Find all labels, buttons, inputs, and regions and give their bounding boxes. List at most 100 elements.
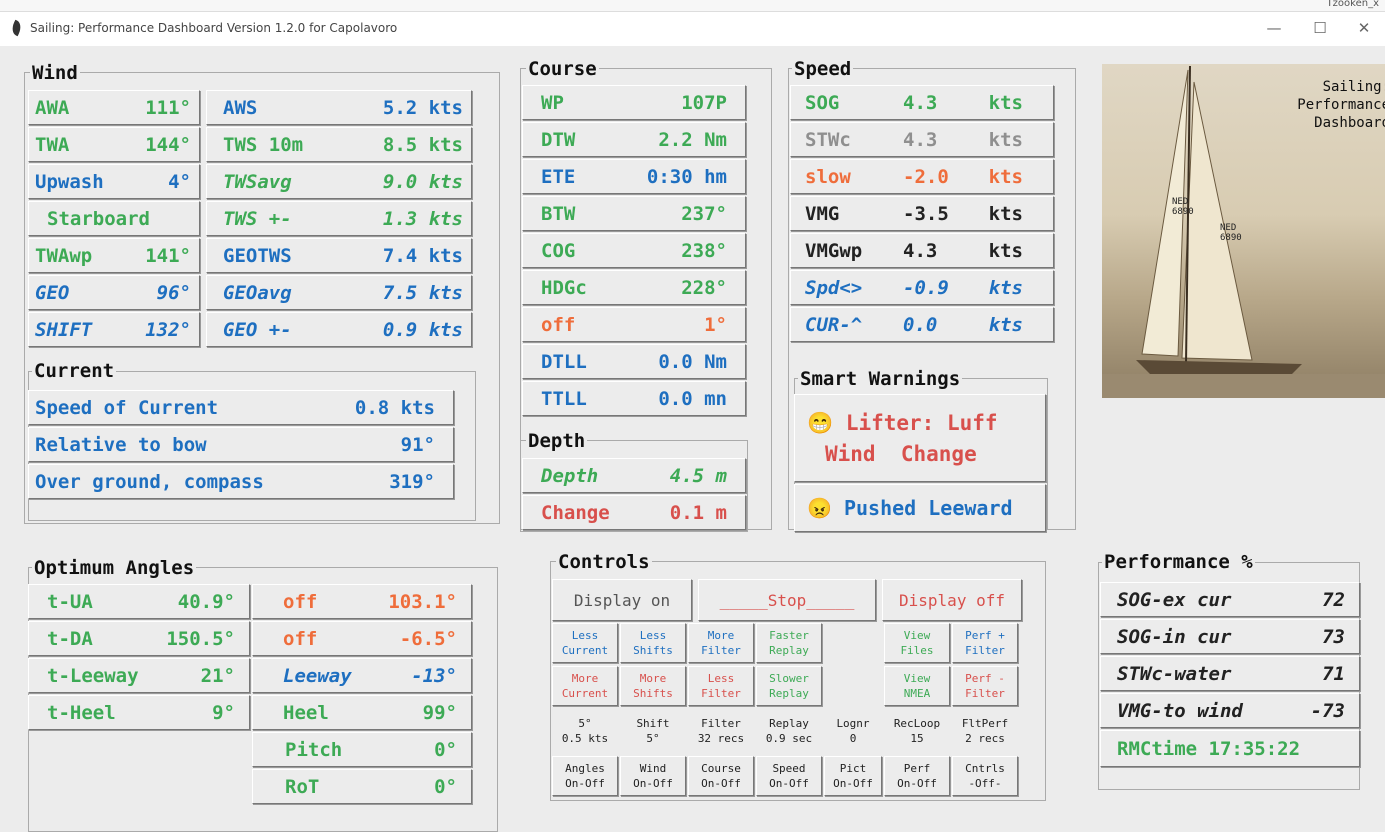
speed-unit-5: kts xyxy=(988,276,1023,299)
warning-lifter: 😁 Lifter: Luff Wind Change xyxy=(794,394,1046,482)
course-cell-8: TTLL 0.0 mn xyxy=(522,381,746,416)
display-on-button[interactable]: Display on xyxy=(552,579,692,621)
control-row1-button-1[interactable]: Less Shifts xyxy=(620,623,686,663)
performance-cell-3: VMG-to wind -73 xyxy=(1100,693,1360,728)
toggle-button-0[interactable]: Angles On-Off xyxy=(552,756,618,796)
wind-cell-r2: TWSavg 9.0 kts xyxy=(206,164,472,199)
speed-label-2: slow xyxy=(805,165,851,188)
wind-value-2: 4° xyxy=(168,170,191,193)
toggle-button-3[interactable]: Speed On-Off xyxy=(756,756,822,796)
control-row2-button-0[interactable]: More Current xyxy=(552,666,618,706)
course-label-7: DTLL xyxy=(541,350,587,373)
course-value-0: 107P xyxy=(681,91,727,114)
wind-cell-0: AWA 111° xyxy=(28,90,200,125)
course-label-5: HDGc xyxy=(541,276,587,299)
toggle-button-6[interactable]: Cntrls -Off- xyxy=(952,756,1018,796)
toggle-button-2[interactable]: Course On-Off xyxy=(688,756,754,796)
current-label-2: Over ground, compass xyxy=(35,470,264,493)
title-bar: Sailing: Performance Dashboard Version 1… xyxy=(0,12,1385,46)
wind-value-0: 111° xyxy=(145,96,191,119)
performance-cell-1: SOG-in cur 73 xyxy=(1100,619,1360,654)
control-row2-button-5[interactable]: Perf - Filter xyxy=(952,666,1018,706)
angry-face-icon: 😠 xyxy=(807,496,832,520)
performance-label-0: SOG-ex cur xyxy=(1117,588,1232,611)
control-row2-button-1[interactable]: More Shifts xyxy=(620,666,686,706)
toggle-button-4[interactable]: Pict On-Off xyxy=(824,756,882,796)
control-row1-button-3[interactable]: Faster Replay xyxy=(756,623,822,663)
maximize-button[interactable]: ☐ xyxy=(1298,16,1342,40)
warning-lifter-text-2: Wind Change xyxy=(825,442,977,466)
optimum-label-1: t-DA xyxy=(47,627,93,650)
sailboat-photo: NED 6890 NED 6890 Sailing: Performance Das… xyxy=(1102,64,1385,398)
control-row1-button-4[interactable]: View Files xyxy=(884,623,950,663)
speed-value-6: 0.0 xyxy=(903,313,938,336)
optimum-rvalue-1: -6.5° xyxy=(399,627,457,650)
stop-button[interactable]: _____Stop_____ xyxy=(698,579,876,621)
window-title: Sailing: Performance Dashboard Version 1… xyxy=(30,21,398,35)
warning-pushed-text: Pushed Leeward xyxy=(843,496,1013,520)
wind-rlabel-5: GEOavg xyxy=(223,281,292,304)
close-button[interactable]: ✕ xyxy=(1342,16,1385,40)
course-value-6: 1° xyxy=(704,313,727,336)
speed-label-5: Spd<> xyxy=(805,276,863,299)
course-value-8: 0.0 mn xyxy=(658,387,727,410)
speed-cell-6: CUR-^ 0.0 kts xyxy=(790,307,1054,342)
wind-label-4: TWAwp xyxy=(35,244,93,267)
control-row1-button-0[interactable]: Less Current xyxy=(552,623,618,663)
speed-value-5: -0.9 xyxy=(903,276,949,299)
minimize-button[interactable]: — xyxy=(1252,16,1296,40)
wind-rvalue-5: 7.5 kts xyxy=(382,281,463,304)
speed-value-4: 4.3 xyxy=(903,239,938,262)
wind-label-3: Starboard xyxy=(47,207,150,230)
controls-label: Controls xyxy=(556,551,652,573)
optimum-label: Optimum Angles xyxy=(32,557,197,579)
performance-value-2: 71 xyxy=(1322,662,1345,685)
optimum-rlabel-5: RoT xyxy=(285,775,320,798)
course-cell-1: DTW 2.2 Nm xyxy=(522,122,746,157)
control-status-1: Shift 5° xyxy=(636,717,670,745)
background-window-text: Tzooken_x xyxy=(1326,0,1379,9)
control-row2-button-3[interactable]: Slower Replay xyxy=(756,666,822,706)
current-label-1: Relative to bow xyxy=(35,433,207,456)
depth-label: Depth xyxy=(526,430,588,452)
speed-value-0: 4.3 xyxy=(903,91,938,114)
wind-label-6: SHIFT xyxy=(35,318,93,341)
depth-cell-0: Depth 4.5 m xyxy=(522,458,746,493)
speed-value-2: -2.0 xyxy=(903,165,949,188)
optimum-cell-r2: Leeway -13° xyxy=(252,658,472,693)
speed-label-0: SOG xyxy=(805,91,840,114)
optimum-rlabel-1: off xyxy=(283,627,318,650)
speed-unit-4: kts xyxy=(988,239,1023,262)
course-cell-2: ETE 0:30 hm xyxy=(522,159,746,194)
course-value-2: 0:30 hm xyxy=(646,165,727,188)
wind-label: Wind xyxy=(30,62,80,84)
course-value-4: 238° xyxy=(681,239,727,262)
control-row2-button-4[interactable]: View NMEA xyxy=(884,666,950,706)
wind-cell-r6: GEO +- 0.9 kts xyxy=(206,312,472,347)
display-off-button[interactable]: Display off xyxy=(882,579,1022,621)
sail-number-right: NED 6890 xyxy=(1220,223,1242,243)
wind-label-0: AWA xyxy=(35,96,70,119)
performance-label-1: SOG-in cur xyxy=(1117,625,1232,648)
wind-cell-2: Upwash 4° xyxy=(28,164,200,199)
current-value-1: 91° xyxy=(400,433,435,456)
control-row2-button-2[interactable]: Less Filter xyxy=(688,666,754,706)
control-row1-button-5[interactable]: Perf + Filter xyxy=(952,623,1018,663)
course-cell-3: BTW 237° xyxy=(522,196,746,231)
course-cell-5: HDGc 228° xyxy=(522,270,746,305)
depth-value-1: 0.1 m xyxy=(669,501,727,524)
toggle-button-5[interactable]: Perf On-Off xyxy=(884,756,950,796)
speed-label: Speed xyxy=(792,58,854,80)
control-status-2: Filter 32 recs xyxy=(697,717,745,745)
optimum-label-0: t-UA xyxy=(47,590,93,613)
wind-cell-r1: TWS 10m 8.5 kts xyxy=(206,127,472,162)
toggle-button-1[interactable]: Wind On-Off xyxy=(620,756,686,796)
wind-rlabel-1: TWS 10m xyxy=(223,133,304,156)
wind-cell-r3: TWS +- 1.3 kts xyxy=(206,201,472,236)
optimum-cell-r0: off 103.1° xyxy=(252,584,472,619)
control-row1-button-2[interactable]: More Filter xyxy=(688,623,754,663)
performance-label-3: VMG-to wind xyxy=(1117,699,1243,722)
course-label-2: ETE xyxy=(541,165,576,188)
course-cell-6: off 1° xyxy=(522,307,746,342)
performance-value-1: 73 xyxy=(1322,625,1345,648)
